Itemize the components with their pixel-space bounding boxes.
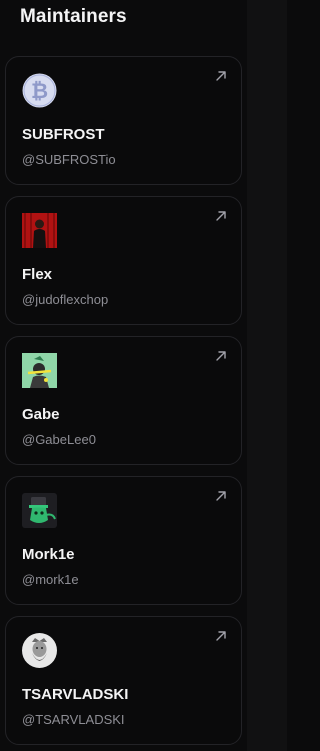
right-rail	[247, 0, 287, 751]
maintainer-name: TSARVLADSKI	[22, 686, 129, 703]
flex-avatar	[22, 213, 57, 248]
maintainer-name: Flex	[22, 266, 53, 283]
maintainer-name: Gabe	[22, 406, 60, 423]
gabe-avatar	[22, 353, 57, 388]
bitcoin-logo-icon: ₿	[22, 73, 57, 108]
maintainer-card-subfrost[interactable]: ₿ SUBFROST @SUBFROSTio	[5, 56, 242, 185]
mork1e-avatar	[22, 493, 57, 528]
section-title: Maintainers	[20, 6, 127, 27]
external-link-arrow-icon[interactable]	[215, 350, 227, 362]
external-link-arrow-icon[interactable]	[215, 490, 227, 502]
maintainer-card-gabe[interactable]: Gabe @GabeLee0	[5, 336, 242, 465]
svg-text:₿: ₿	[31, 80, 48, 103]
maintainer-handle[interactable]: @SUBFROSTio	[22, 152, 116, 167]
maintainer-handle[interactable]: @judoflexchop	[22, 292, 108, 307]
external-link-arrow-icon[interactable]	[215, 70, 227, 82]
tsarvladski-avatar	[22, 633, 57, 668]
maintainer-name: Mork1e	[22, 546, 75, 563]
maintainer-handle[interactable]: @TSARVLADSKI	[22, 712, 125, 727]
external-link-arrow-icon[interactable]	[215, 630, 227, 642]
maintainer-card-tsarvladski[interactable]: TSARVLADSKI @TSARVLADSKI	[5, 616, 242, 745]
maintainer-name: SUBFROST	[22, 126, 105, 143]
maintainer-handle[interactable]: @GabeLee0	[22, 432, 96, 447]
maintainers-panel: Maintainers ₿ SUBFROST @SUBFROSTio Flex …	[0, 0, 287, 751]
maintainer-card-mork1e[interactable]: Mork1e @mork1e	[5, 476, 242, 605]
maintainer-card-flex[interactable]: Flex @judoflexchop	[5, 196, 242, 325]
external-link-arrow-icon[interactable]	[215, 210, 227, 222]
maintainer-handle[interactable]: @mork1e	[22, 572, 79, 587]
